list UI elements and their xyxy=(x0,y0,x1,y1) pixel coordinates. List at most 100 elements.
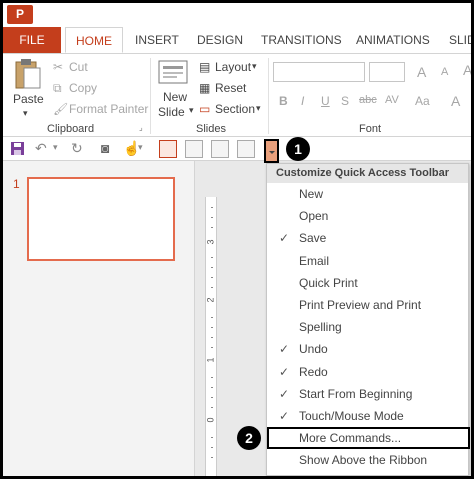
ruler-tick xyxy=(211,337,213,338)
checkmark-icon: ✓ xyxy=(279,342,290,357)
menu-item[interactable]: Open xyxy=(267,205,468,227)
menu-item[interactable]: New xyxy=(267,183,468,205)
ruler-tick xyxy=(211,387,213,388)
group-divider xyxy=(150,58,151,134)
callout-badge-1: 1 xyxy=(286,137,310,161)
paste-button[interactable]: Paste xyxy=(13,92,44,106)
touch-mode-dropdown-icon[interactable]: ▾ xyxy=(138,142,156,160)
checkmark-icon: ✓ xyxy=(279,408,290,423)
slide-number: 1 xyxy=(13,177,20,191)
ruler-tick xyxy=(211,227,213,228)
ruler-tick xyxy=(211,207,213,208)
copy-icon: ⧉ xyxy=(53,81,62,95)
menu-item[interactable]: Email xyxy=(267,250,468,272)
checkmark-icon: ✓ xyxy=(279,386,290,401)
menu-item[interactable]: More Commands... xyxy=(267,427,470,450)
ruler-number: 2 xyxy=(205,297,216,303)
menu-item-label: Redo xyxy=(299,364,328,379)
italic-button[interactable]: I xyxy=(301,94,304,108)
bold-button[interactable]: B xyxy=(279,94,288,108)
menu-item-label: Email xyxy=(299,253,330,268)
menu-item[interactable]: ✓ Touch/Mouse Mode xyxy=(267,405,468,427)
ruler-tick xyxy=(211,277,213,278)
menu-item[interactable]: Spelling xyxy=(267,316,468,338)
format-painter-button[interactable]: Format Painter xyxy=(69,102,148,116)
layout-button[interactable]: Layout xyxy=(215,60,251,74)
customize-qat-dropdown-button[interactable] xyxy=(264,139,279,163)
menu-header: Customize Quick Access Toolbar xyxy=(267,164,468,183)
clipboard-group-label: Clipboard xyxy=(47,123,95,135)
strikethrough-button[interactable]: abc xyxy=(359,94,377,106)
menu-item[interactable]: ✓ Save xyxy=(267,227,468,249)
reset-button[interactable]: Reset xyxy=(215,81,246,95)
menu-items: New Open ✓ Save Email Quick Print Print Previe… xyxy=(267,183,470,471)
cut-button[interactable]: Cut xyxy=(69,60,88,74)
tab-slideshow[interactable]: SLID xyxy=(439,27,471,53)
normal-view-icon[interactable] xyxy=(159,140,177,158)
ruler-tick xyxy=(211,437,213,438)
menu-item[interactable]: Show Above the Ribbon xyxy=(267,449,468,471)
ruler-tick xyxy=(211,267,213,268)
ruler-tick xyxy=(211,217,213,218)
underline-button[interactable]: U xyxy=(321,94,330,108)
tab-animations[interactable]: ANIMATIONS xyxy=(346,27,440,53)
ruler-tick xyxy=(211,377,213,378)
quick-access-toolbar: ↶ ▾ ↻ ◙ ☝ ▾ xyxy=(3,137,471,161)
paste-dropdown-icon[interactable]: ▾ xyxy=(23,108,28,119)
menu-item[interactable]: Print Preview and Print xyxy=(267,294,468,316)
customize-qat-menu: Customize Quick Access Toolbar New Open ✓ S… xyxy=(266,163,470,476)
font-name-field[interactable] xyxy=(273,62,365,82)
clear-formatting-icon[interactable]: A xyxy=(463,62,471,78)
menu-item[interactable]: ✓ Start From Beginning xyxy=(267,383,468,405)
menu-item[interactable]: ✓ Redo xyxy=(267,361,468,383)
shadow-button[interactable]: S xyxy=(341,94,349,108)
tab-design[interactable]: DESIGN xyxy=(187,27,253,53)
redo-icon[interactable]: ↻ xyxy=(71,140,89,158)
menu-item-label: Spelling xyxy=(299,320,342,335)
ruler-tick xyxy=(211,317,213,318)
tab-transitions[interactable]: TRANSITIONS xyxy=(251,27,352,53)
slide-thumbnail[interactable] xyxy=(27,177,175,261)
checkmark-icon: ✓ xyxy=(279,364,290,379)
tab-home[interactable]: HOME xyxy=(65,27,123,53)
menu-item[interactable]: Quick Print xyxy=(267,272,468,294)
powerpoint-logo-icon: P xyxy=(7,5,33,24)
section-dropdown-icon[interactable]: ▾ xyxy=(256,103,261,114)
new-slide-dropdown-icon[interactable]: ▾ xyxy=(189,105,194,116)
copy-button[interactable]: Copy xyxy=(69,81,97,95)
start-from-beginning-icon[interactable]: ◙ xyxy=(101,140,119,158)
increase-font-size-icon[interactable]: A xyxy=(417,64,426,80)
new-slide-icon[interactable] xyxy=(157,58,191,86)
outline-view-icon[interactable] xyxy=(185,140,203,158)
slides-group-label: Slides xyxy=(196,123,226,135)
font-size-field[interactable] xyxy=(369,62,405,82)
ruler-tick xyxy=(211,347,213,348)
clipboard-launcher-icon[interactable]: ⌟ xyxy=(139,123,143,132)
paste-icon[interactable] xyxy=(13,58,43,90)
layout-dropdown-icon[interactable]: ▾ xyxy=(252,61,257,72)
title-bar: P xyxy=(3,3,471,27)
decrease-font-size-icon[interactable]: A xyxy=(441,66,448,78)
section-button[interactable]: Section xyxy=(215,102,255,116)
reading-view-icon[interactable] xyxy=(237,140,255,158)
save-icon[interactable] xyxy=(9,140,27,158)
tab-file[interactable]: FILE xyxy=(3,27,61,53)
ruler-tick xyxy=(211,447,213,448)
ribbon-tabs: FILE HOME INSERT DESIGN TRANSITIONS ANIM… xyxy=(3,27,471,53)
menu-item-label: Touch/Mouse Mode xyxy=(299,408,404,423)
font-color-button[interactable]: A xyxy=(451,93,460,109)
menu-item-label: Open xyxy=(299,209,329,224)
ruler-number: 0 xyxy=(205,417,216,423)
tab-insert[interactable]: INSERT xyxy=(125,27,189,53)
menu-item[interactable]: ✓ Undo xyxy=(267,338,468,360)
undo-dropdown-icon[interactable]: ▾ xyxy=(53,142,71,160)
undo-icon[interactable]: ↶ xyxy=(35,140,53,158)
character-spacing-button[interactable]: AV xyxy=(385,94,399,106)
slide-sorter-icon[interactable] xyxy=(211,140,229,158)
ruler-tick xyxy=(211,257,213,258)
new-slide-button[interactable]: New xyxy=(163,90,187,104)
change-case-button[interactable]: Aa xyxy=(415,94,430,108)
ruler-tick xyxy=(211,287,213,288)
ruler-number: 3 xyxy=(205,239,216,245)
new-slide-label[interactable]: Slide xyxy=(158,105,185,119)
